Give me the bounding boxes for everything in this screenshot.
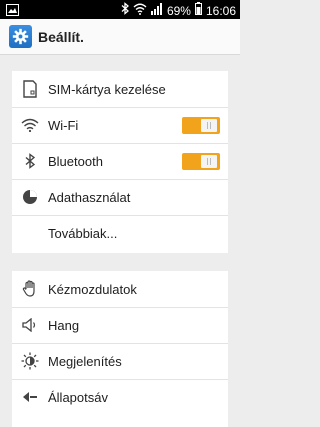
settings-section-device: Kézmozdulatok Hang Megjelenítés Állapots… <box>12 271 228 427</box>
wifi-icon <box>20 115 40 135</box>
signal-icon <box>150 2 163 20</box>
page-title[interactable]: Beállít. <box>38 29 84 45</box>
settings-item-label: Továbbiak... <box>48 225 118 241</box>
sim-card-icon <box>20 79 40 99</box>
settings-item-display[interactable]: Megjelenítés <box>12 343 228 379</box>
battery-percent: 69% <box>166 3 191 18</box>
settings-item-label: Bluetooth <box>48 153 103 169</box>
settings-item-more[interactable]: Továbbiak... <box>12 215 228 251</box>
bluetooth-icon <box>20 151 40 171</box>
wifi-toggle[interactable] <box>182 117 220 134</box>
clock: 16:06 <box>205 3 236 18</box>
data-usage-icon <box>20 187 40 207</box>
settings-item-gestures[interactable]: Kézmozdulatok <box>12 271 228 307</box>
action-bar: Beállít. <box>0 19 240 55</box>
status-bar: 69% 16:06 <box>0 0 240 19</box>
settings-item-label: Kézmozdulatok <box>48 281 137 297</box>
toggle-knob <box>201 119 217 132</box>
settings-item-label: SIM-kártya kezelése <box>48 81 166 97</box>
settings-item-label: Állapotsáv <box>48 389 108 405</box>
settings-item-label: Megjelenítés <box>48 353 122 369</box>
settings-item-wifi[interactable]: Wi-Fi <box>12 107 228 143</box>
settings-item-label: Hang <box>48 317 80 333</box>
battery-icon <box>194 2 202 20</box>
settings-item-status-bar[interactable]: Állapotsáv <box>12 379 228 415</box>
settings-item-label: Wi-Fi <box>48 117 79 133</box>
speaker-icon <box>20 315 40 335</box>
hand-gesture-icon <box>20 279 40 299</box>
bluetooth-icon <box>121 2 129 20</box>
settings-item-label: Adathasználat <box>48 189 131 205</box>
settings-section-connectivity: SIM-kártya kezelése Wi-Fi Bluetooth Adat… <box>12 71 228 253</box>
status-bar-icon <box>20 387 40 407</box>
settings-gear-icon[interactable] <box>9 25 32 48</box>
toggle-knob <box>201 155 217 168</box>
settings-item-data-usage[interactable]: Adathasználat <box>12 179 228 215</box>
wifi-icon <box>133 2 147 20</box>
settings-item-sound[interactable]: Hang <box>12 307 228 343</box>
bluetooth-toggle[interactable] <box>182 153 220 170</box>
settings-item-sim[interactable]: SIM-kártya kezelése <box>12 71 228 107</box>
brightness-icon <box>20 351 40 371</box>
settings-item-bluetooth[interactable]: Bluetooth <box>12 143 228 179</box>
